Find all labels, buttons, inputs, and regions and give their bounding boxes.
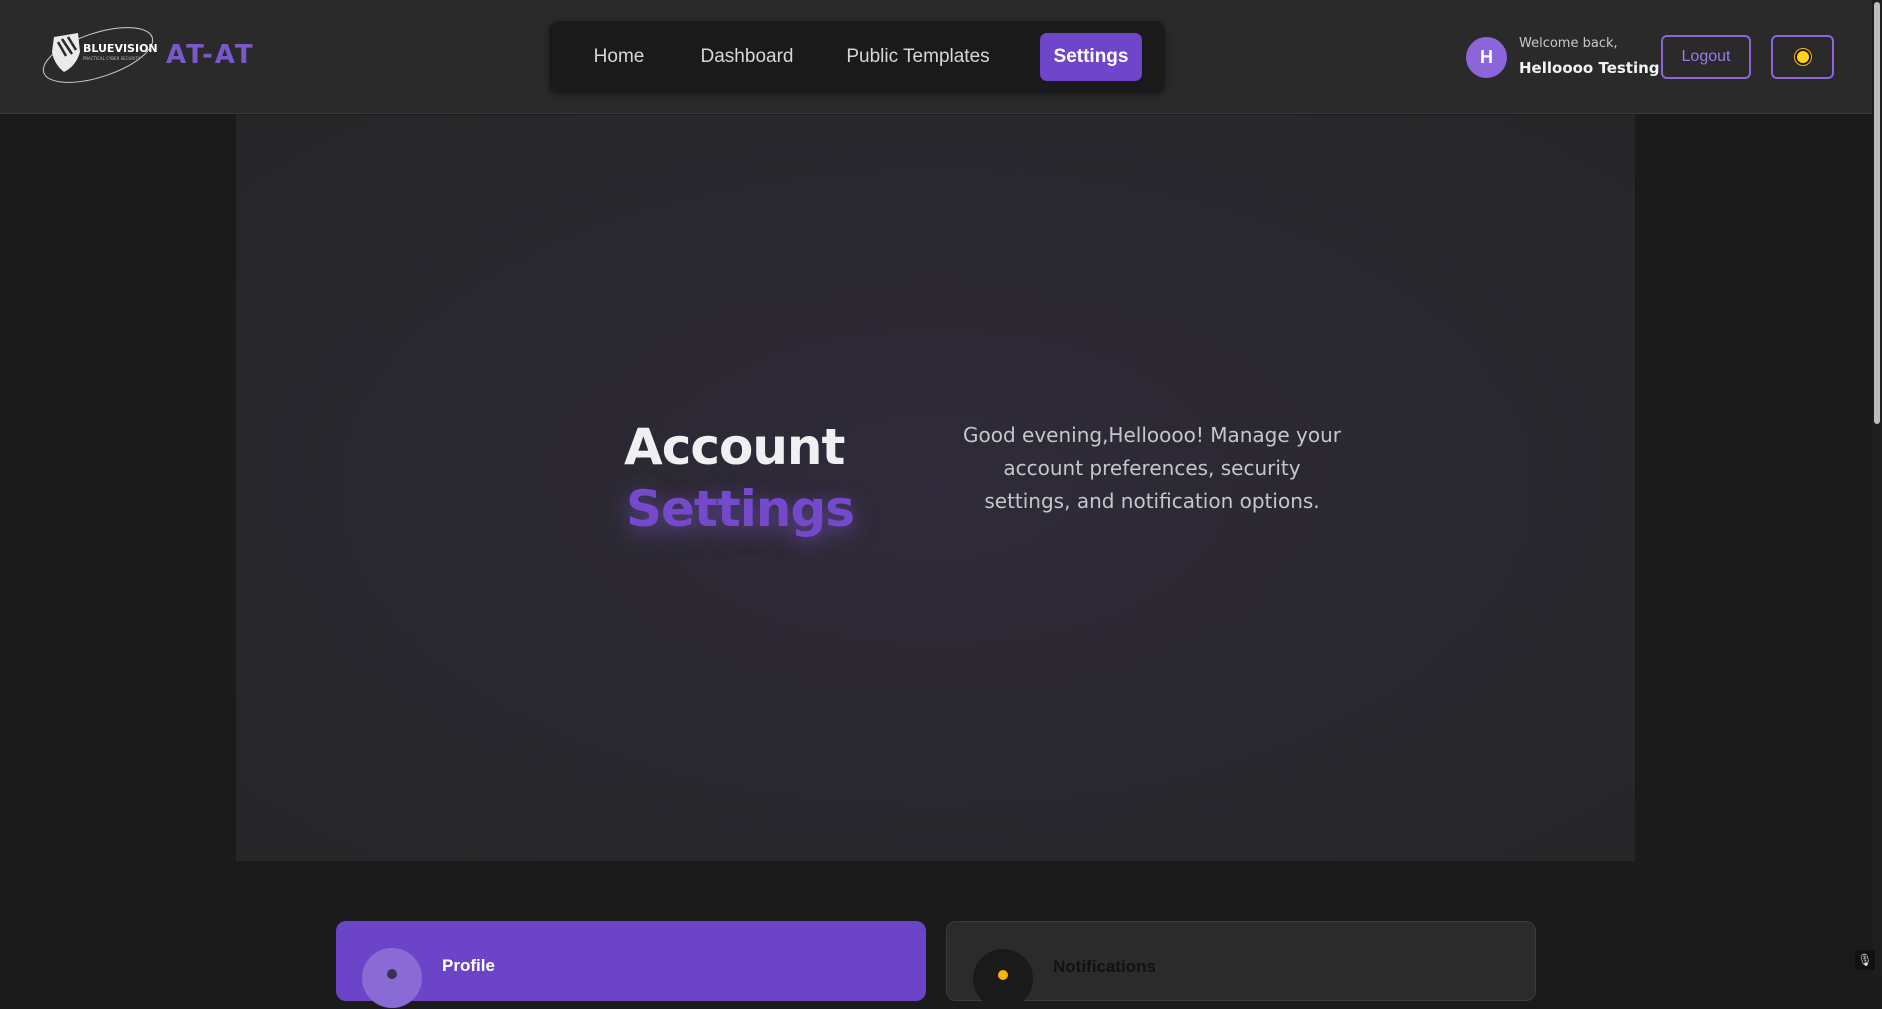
tab-notifications-label: Notifications bbox=[1053, 957, 1156, 976]
user-name: Helloooo Testing bbox=[1519, 59, 1660, 77]
nav-home[interactable]: Home bbox=[579, 33, 659, 81]
theme-toggle-button[interactable] bbox=[1771, 35, 1834, 79]
sun-icon bbox=[1796, 51, 1809, 63]
top-header: BLUEVISION PRACTICAL CYBER SECURITY AT-A… bbox=[0, 0, 1872, 114]
hero-section bbox=[236, 115, 1635, 861]
page-title: Account bbox=[624, 418, 845, 476]
microphone-icon[interactable]: 🎙 bbox=[1855, 950, 1875, 970]
hero-description: Good evening,Helloooo! Manage your accou… bbox=[963, 423, 1341, 513]
page-title-accent: Settings bbox=[626, 480, 855, 538]
nav-settings[interactable]: Settings bbox=[1040, 33, 1142, 81]
user-icon bbox=[387, 969, 397, 979]
svg-text:PRACTICAL CYBER SECURITY: PRACTICAL CYBER SECURITY bbox=[83, 56, 141, 61]
tab-profile[interactable]: Profile bbox=[336, 921, 926, 1008]
welcome-text: Welcome back, bbox=[1519, 36, 1618, 51]
svg-text:BLUEVISION: BLUEVISION bbox=[83, 42, 158, 55]
tab-profile-label: Profile bbox=[442, 956, 495, 975]
logout-button[interactable]: Logout bbox=[1661, 35, 1751, 79]
brand-name[interactable]: AT-AT bbox=[166, 40, 255, 70]
scrollbar-thumb[interactable] bbox=[1874, 2, 1880, 424]
nav-public-templates[interactable]: Public Templates bbox=[837, 33, 999, 81]
bell-icon bbox=[998, 970, 1008, 980]
shield-logo-icon: BLUEVISION PRACTICAL CYBER SECURITY bbox=[42, 27, 158, 83]
user-avatar[interactable]: H bbox=[1466, 37, 1507, 78]
main-nav: Home Dashboard Public Templates Settings bbox=[549, 21, 1165, 93]
nav-dashboard[interactable]: Dashboard bbox=[689, 33, 805, 81]
tab-notifications[interactable]: Notifications bbox=[946, 921, 1536, 1009]
bluevision-logo[interactable]: BLUEVISION PRACTICAL CYBER SECURITY bbox=[40, 22, 158, 92]
